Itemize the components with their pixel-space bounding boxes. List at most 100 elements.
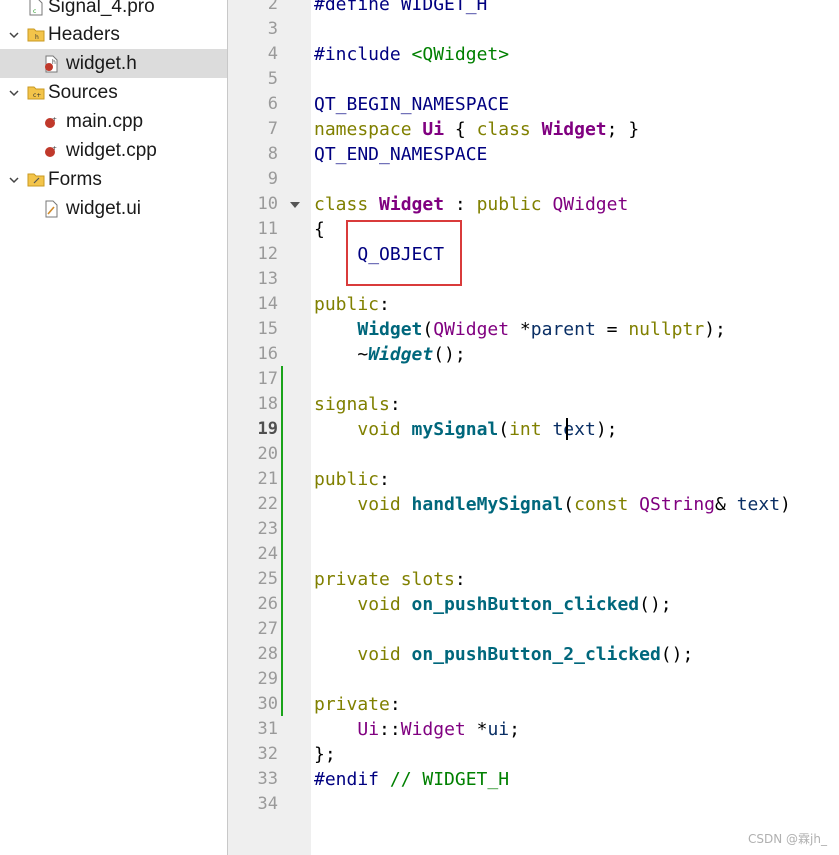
tree-item-widget-cpp[interactable]: + widget.cpp xyxy=(0,136,227,165)
svg-text:h: h xyxy=(52,59,56,66)
code-line[interactable]: private: xyxy=(314,692,401,717)
code-token: : xyxy=(389,394,401,415)
line-number: 7 xyxy=(267,119,278,139)
code-line[interactable]: #define WIDGET_H xyxy=(314,0,487,17)
code-token: #include xyxy=(314,44,412,65)
code-token: QT_END_NAMESPACE xyxy=(314,144,488,165)
code-token: public xyxy=(314,469,380,490)
cpp-file-icon: + xyxy=(43,142,59,160)
code-token: text xyxy=(552,419,596,440)
code-line[interactable]: QT_BEGIN_NAMESPACE xyxy=(314,92,509,117)
line-number: 29 xyxy=(257,669,278,689)
change-marker-bar xyxy=(281,366,283,716)
code-token: namespace xyxy=(314,119,423,140)
line-number: 19 xyxy=(257,419,278,439)
tree-folder-forms[interactable]: Forms xyxy=(0,165,227,194)
code-token: text xyxy=(736,494,781,515)
fold-arrow-icon[interactable] xyxy=(289,198,301,210)
code-token: QT_BEGIN_NAMESPACE xyxy=(314,94,510,115)
svg-text:c+: c+ xyxy=(33,92,41,99)
code-line[interactable]: public: xyxy=(314,467,390,492)
code-token: (); xyxy=(639,594,672,615)
line-number: 33 xyxy=(257,769,278,789)
line-number: 10 xyxy=(257,194,278,214)
code-token: Widget xyxy=(368,344,434,365)
code-token: Widget xyxy=(400,719,466,740)
line-number: 20 xyxy=(257,444,278,464)
code-line[interactable]: void handleMySignal(const QString& text) xyxy=(314,492,791,517)
code-line[interactable]: Widget(QWidget *parent = nullptr); xyxy=(314,317,726,342)
line-number: 15 xyxy=(257,319,278,339)
tree-item-pro-file[interactable]: c Signal_4.pro xyxy=(0,0,227,21)
code-token: & xyxy=(715,494,737,515)
code-line[interactable]: namespace Ui { class Widget; } xyxy=(314,117,639,142)
line-number: 4 xyxy=(267,44,278,64)
line-number: 12 xyxy=(257,244,278,264)
code-token: : xyxy=(379,469,390,490)
code-token: #define WIDGET_H xyxy=(314,0,488,15)
code-line[interactable]: }; xyxy=(314,742,336,767)
ui-file-icon xyxy=(43,200,59,218)
line-number: 26 xyxy=(257,594,278,614)
code-line[interactable]: Ui::Widget *ui; xyxy=(314,717,520,742)
svg-text:h: h xyxy=(35,34,39,41)
line-number: 24 xyxy=(257,544,278,564)
pro-file-icon: c xyxy=(28,0,44,16)
code-token: : xyxy=(454,569,466,590)
svg-text:+: + xyxy=(52,145,57,152)
tree-item-widget-ui[interactable]: widget.ui xyxy=(0,194,227,223)
code-token: : xyxy=(379,294,390,315)
tree-item-label: Signal_4.pro xyxy=(48,0,155,17)
code-token: = xyxy=(595,319,629,340)
code-token: #endif xyxy=(314,769,390,790)
code-line[interactable]: QT_END_NAMESPACE xyxy=(314,142,487,167)
tree-item-label: widget.cpp xyxy=(66,139,157,161)
tree-item-main-cpp[interactable]: + main.cpp xyxy=(0,107,227,136)
code-token: (); xyxy=(660,644,694,665)
code-line[interactable]: void mySignal(int text); xyxy=(314,417,617,442)
tree-folder-sources[interactable]: c+ Sources xyxy=(0,78,227,107)
chevron-down-icon[interactable] xyxy=(7,173,21,187)
code-line[interactable]: { xyxy=(314,217,325,242)
code-line[interactable]: private slots: xyxy=(314,567,466,592)
code-token: int xyxy=(509,419,542,440)
code-token: on_pushButton_clicked xyxy=(411,594,640,615)
code-line[interactable]: class Widget : public QWidget xyxy=(314,192,628,217)
cpp-file-icon: + xyxy=(43,113,59,131)
line-number: 6 xyxy=(267,94,278,114)
code-token: ~ xyxy=(314,344,369,365)
line-number: 21 xyxy=(257,469,278,489)
code-token: ( xyxy=(422,319,434,340)
code-token: QString xyxy=(639,494,715,515)
tree-item-label: Sources xyxy=(48,81,118,103)
line-number: 2 xyxy=(267,0,278,14)
code-token: on_pushButton_2_clicked xyxy=(411,644,661,665)
code-token: void xyxy=(357,594,412,615)
header-file-icon: h xyxy=(43,55,59,73)
code-line[interactable]: public: xyxy=(314,292,390,317)
code-line[interactable]: signals: xyxy=(314,392,401,417)
tree-item-label: widget.ui xyxy=(66,197,141,219)
tree-item-label: Headers xyxy=(48,23,120,45)
code-token: (); xyxy=(433,344,466,365)
tree-folder-headers[interactable]: h Headers xyxy=(0,20,227,49)
code-line[interactable]: #include <QWidget> xyxy=(314,42,509,67)
code-line[interactable]: void on_pushButton_2_clicked(); xyxy=(314,642,693,667)
text-cursor xyxy=(566,418,568,440)
code-line[interactable]: ~Widget(); xyxy=(314,342,466,367)
code-token: Ui xyxy=(357,719,380,740)
code-line[interactable]: void on_pushButton_clicked(); xyxy=(314,592,672,617)
line-number: 11 xyxy=(257,219,278,239)
code-line[interactable]: #endif // WIDGET_H xyxy=(314,767,509,792)
code-token: QWidget xyxy=(433,319,510,340)
code-token: ( xyxy=(563,494,575,515)
code-token: * xyxy=(509,319,531,340)
chevron-down-icon[interactable] xyxy=(7,86,21,100)
chevron-down-icon[interactable] xyxy=(7,28,21,42)
tree-item-widget-h[interactable]: h widget.h xyxy=(0,49,227,78)
annotation-highlight-box xyxy=(346,220,462,286)
folder-forms-icon xyxy=(27,171,45,189)
code-token: void xyxy=(357,644,412,665)
